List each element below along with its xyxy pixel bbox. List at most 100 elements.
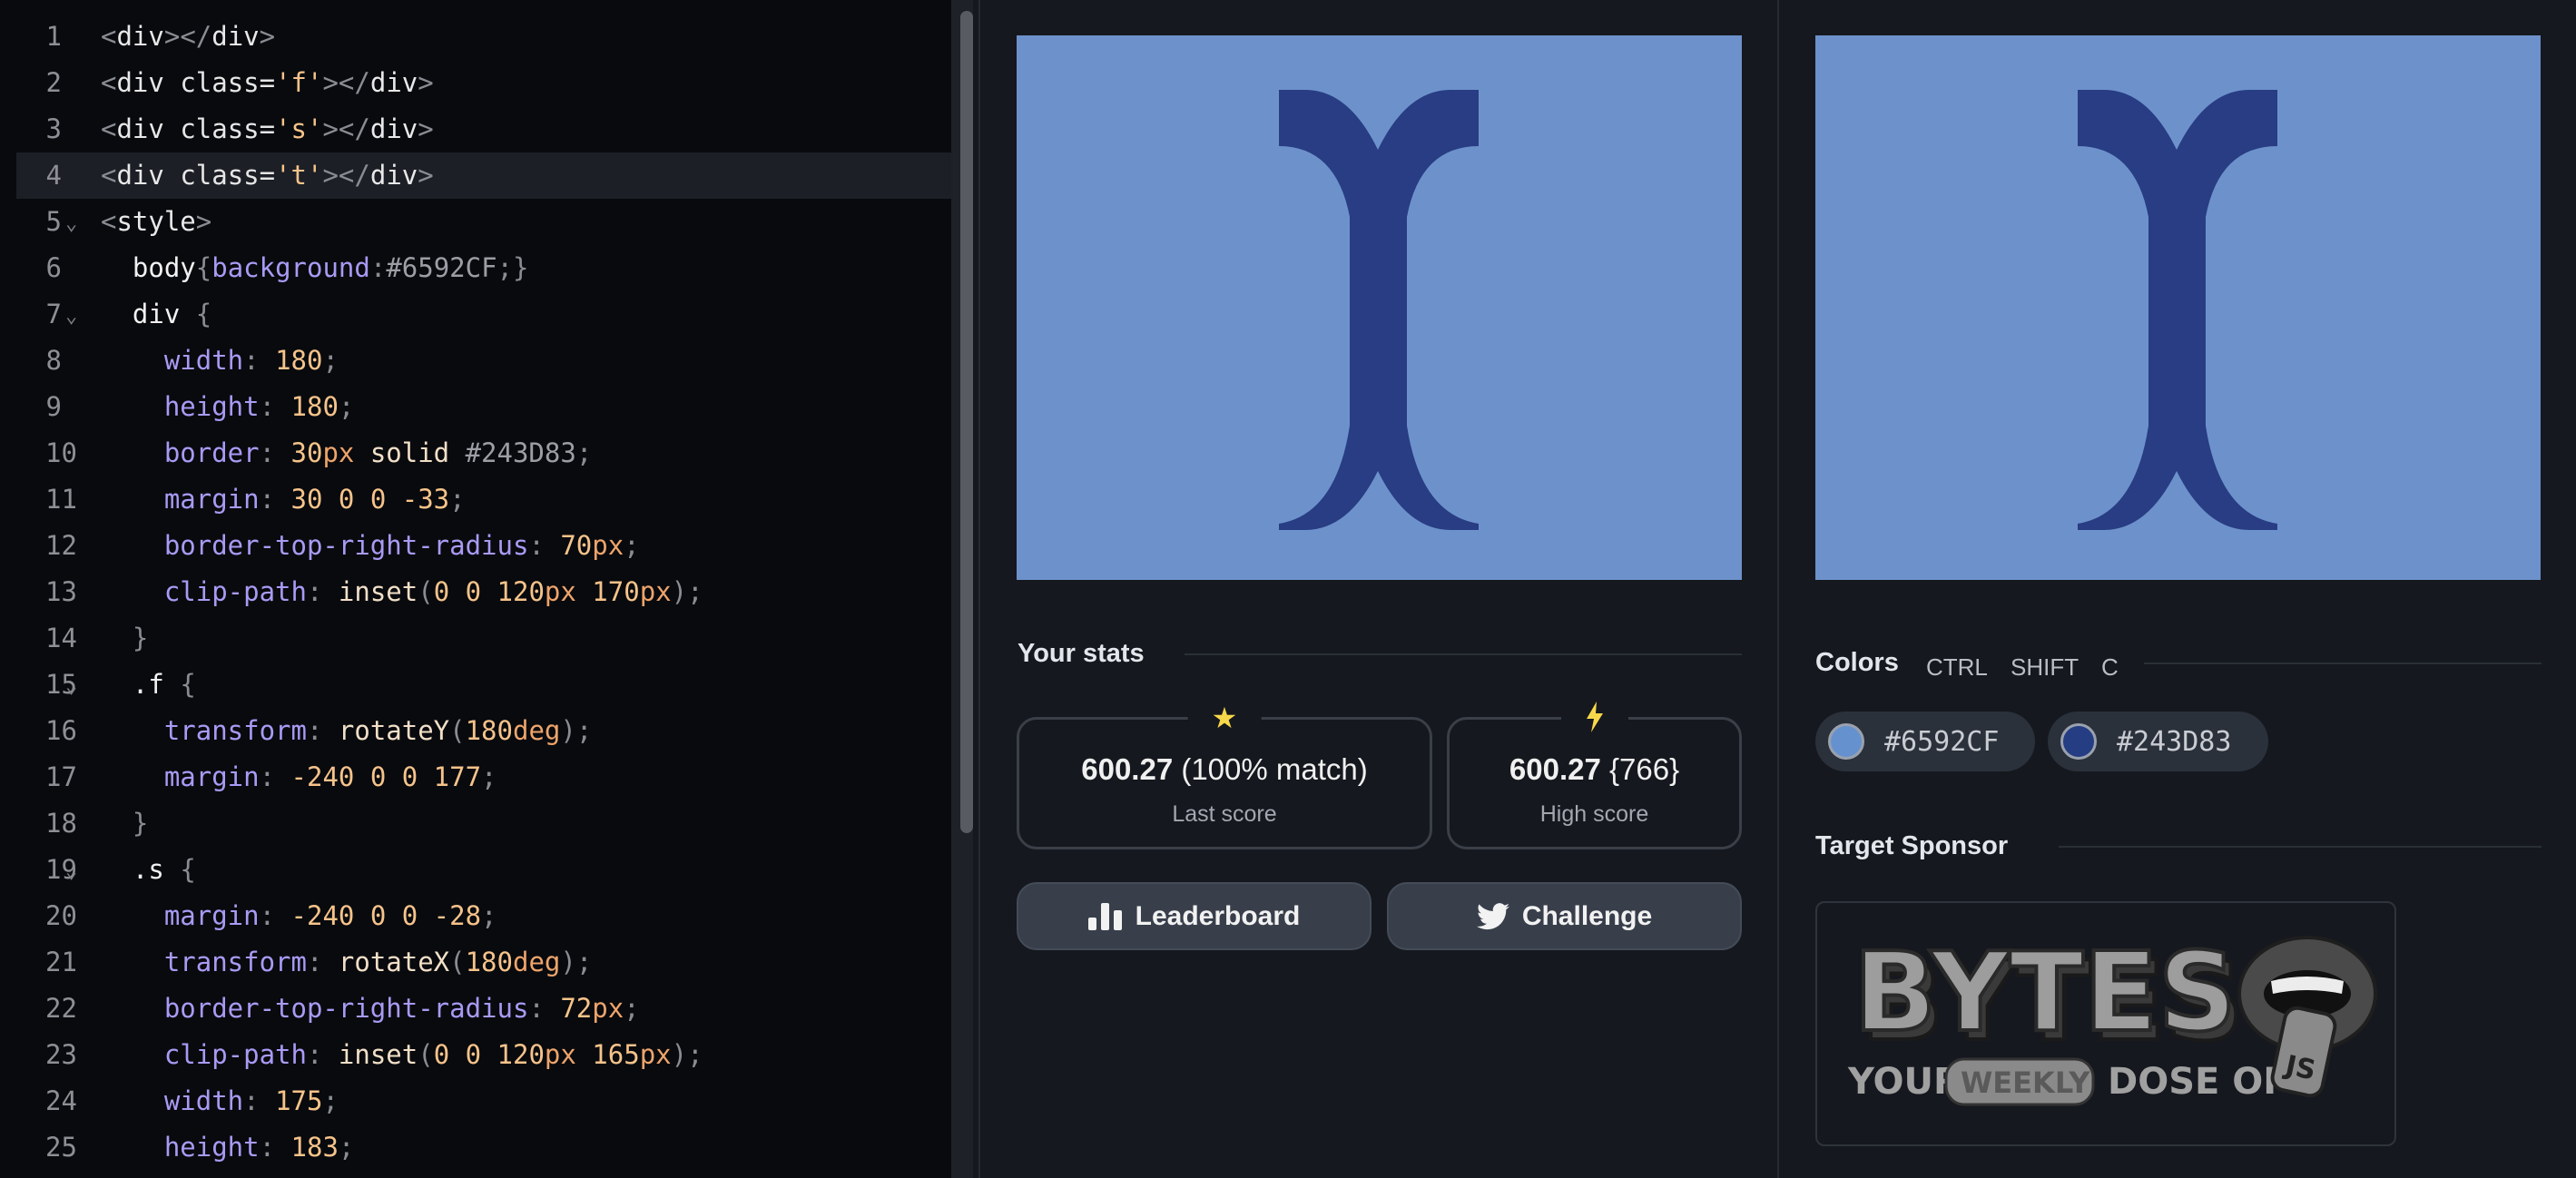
line-number: 11 — [45, 484, 77, 515]
code-line[interactable]: 10 border: 30px solid #243D83; — [0, 430, 951, 476]
code-line[interactable]: 23 clip-path: inset(0 0 120px 165px); — [0, 1032, 951, 1078]
code-line[interactable]: 4 <div class='t'></div> — [16, 152, 951, 199]
sponsor-title: Target Sponsor — [1815, 831, 2009, 860]
color-swatch-2 — [2060, 723, 2097, 760]
shortcut-ctrl: CTRL — [1926, 653, 1988, 681]
code-editor[interactable]: 1 <div></div> 2 <div class='f'></div> 3 <div … — [0, 0, 973, 1178]
code-line[interactable]: 9 height: 180; — [0, 384, 951, 430]
last-score-card: ★ 600.27 (100% match) Last score — [1017, 702, 1432, 849]
code-line[interactable]: 13 clip-path: inset(0 0 120px 170px); — [0, 569, 951, 615]
code-line[interactable]: 2 <div class='f'></div> — [0, 60, 951, 106]
code-line[interactable]: 15 ⌄ .f { — [0, 662, 951, 708]
code-text: border-top-right-radius: 70px; — [101, 530, 640, 561]
code-text: <div class='s'></div> — [101, 113, 434, 144]
color-swatch-1 — [1828, 723, 1864, 760]
code-line[interactable]: 25 height: 183; — [0, 1124, 951, 1171]
fold-chevron-icon[interactable]: ⌄ — [65, 849, 77, 895]
bytes-logo: BYTES BYTES YOUR WEEKLY DOSE OF JS — [1847, 928, 2377, 1106]
target-image — [1815, 35, 2541, 580]
sponsor-rule — [2059, 846, 2542, 848]
fold-chevron-icon[interactable]: ⌄ — [65, 293, 77, 339]
code-line[interactable]: 1 <div></div> — [0, 14, 951, 60]
challenge-button[interactable]: Challenge — [1387, 882, 1742, 950]
code-text: <div class='t'></div> — [101, 160, 434, 191]
output-preview[interactable] — [1017, 35, 1742, 580]
lightning-icon — [1560, 702, 1628, 739]
code-text: margin: -240 0 0 -28; — [101, 900, 497, 931]
line-number: 5 — [45, 206, 62, 237]
code-text: height: 180; — [101, 391, 355, 422]
line-number: 15 — [45, 669, 77, 700]
color-hex-1: #6592CF — [1884, 725, 2000, 758]
code-text: clip-path: inset(0 0 120px 170px); — [101, 576, 703, 607]
fold-chevron-icon[interactable]: ⌄ — [65, 663, 77, 710]
code-text: height: 183; — [101, 1132, 355, 1163]
high-score-value: 600.27 — [1509, 752, 1601, 786]
code-line[interactable]: 19 ⌄ .s { — [0, 847, 951, 893]
last-score-value: 600.27 — [1081, 752, 1174, 786]
code-line[interactable]: 18 } — [0, 800, 951, 847]
code-line[interactable]: 11 margin: 30 0 0 -33; — [0, 476, 951, 523]
tagline-your: YOUR — [1847, 1061, 1961, 1103]
code-line[interactable]: 8 width: 180; — [0, 338, 951, 384]
line-number: 7 — [45, 299, 62, 329]
code-line[interactable]: 17 margin: -240 0 0 177; — [0, 754, 951, 800]
fold-chevron-icon[interactable]: ⌄ — [65, 201, 77, 247]
line-number: 22 — [45, 993, 77, 1024]
code-line[interactable]: 22 border-top-right-radius: 72px; — [0, 986, 951, 1032]
code-line[interactable]: 6 body{background:#6592CF;} — [0, 245, 951, 291]
code-line[interactable]: 5 ⌄ <style> — [0, 199, 951, 245]
high-score-label: High score — [1539, 801, 1649, 827]
code-text: margin: 30 0 0 -33; — [101, 484, 466, 515]
color-chip-2[interactable]: #243D83 — [2048, 712, 2268, 771]
code-text: <div class='f'></div> — [101, 67, 434, 98]
line-number: 16 — [45, 715, 77, 746]
line-number: 12 — [45, 530, 77, 561]
code-text: } — [101, 623, 149, 653]
bytes-logo-word: BYTES — [1853, 930, 2237, 1056]
tagline-dose: DOSE OF — [2108, 1061, 2288, 1103]
star-icon: ★ — [1187, 702, 1262, 734]
code-text: clip-path: inset(0 0 120px 165px); — [101, 1039, 703, 1070]
leaderboard-button[interactable]: Leaderboard — [1017, 882, 1372, 950]
code-text: transform: rotateX(180deg); — [101, 947, 593, 977]
color-chip-1[interactable]: #6592CF — [1815, 712, 2035, 771]
code-line[interactable]: 12 border-top-right-radius: 70px; — [0, 523, 951, 569]
code-line[interactable]: 14 } — [0, 615, 951, 662]
output-shape — [1279, 90, 1479, 530]
colors-rule — [2144, 663, 2542, 664]
sponsor-ad[interactable]: BYTES BYTES YOUR WEEKLY DOSE OF JS — [1815, 901, 2396, 1146]
code-text: .f { — [101, 669, 196, 700]
line-number: 18 — [45, 808, 77, 839]
shortcut-c: C — [2101, 653, 2119, 681]
line-number: 23 — [45, 1039, 77, 1070]
line-number: 3 — [45, 113, 62, 144]
tagline-weekly: WEEKLY — [1961, 1065, 2090, 1100]
code-text: <div></div> — [101, 21, 276, 52]
line-number: 8 — [45, 345, 62, 376]
code-line[interactable]: 3 <div class='s'></div> — [0, 106, 951, 152]
code-text: body{background:#6592CF;} — [101, 252, 529, 283]
line-number: 9 — [45, 391, 62, 422]
target-shape — [2078, 90, 2277, 530]
editor-scrollbar-thumb[interactable] — [960, 11, 973, 833]
code-line[interactable]: 16 transform: rotateY(180deg); — [0, 708, 951, 754]
line-number: 10 — [45, 437, 77, 468]
code-text: transform: rotateY(180deg); — [101, 715, 593, 746]
code-text: width: 175; — [101, 1085, 339, 1116]
code-line[interactable]: 7 ⌄ div { — [0, 291, 951, 338]
code-line[interactable]: 24 width: 175; — [0, 1078, 951, 1124]
leaderboard-label: Leaderboard — [1135, 900, 1301, 931]
last-score-match: (100% match) — [1181, 752, 1368, 786]
bar-chart-icon — [1087, 902, 1122, 930]
stats-title: Your stats — [1018, 639, 1145, 668]
code-line[interactable]: 20 margin: -240 0 0 -28; — [0, 893, 951, 939]
code-text: margin: -240 0 0 177; — [101, 761, 497, 792]
code-line[interactable]: 21 transform: rotateX(180deg); — [0, 939, 951, 986]
code-text: border-top-right-radius: 72px; — [101, 993, 640, 1024]
line-number: 19 — [45, 854, 77, 885]
code-text: <style> — [101, 206, 212, 237]
line-number: 21 — [45, 947, 77, 977]
line-number: 2 — [45, 67, 62, 98]
editor-divider[interactable] — [978, 0, 980, 1178]
